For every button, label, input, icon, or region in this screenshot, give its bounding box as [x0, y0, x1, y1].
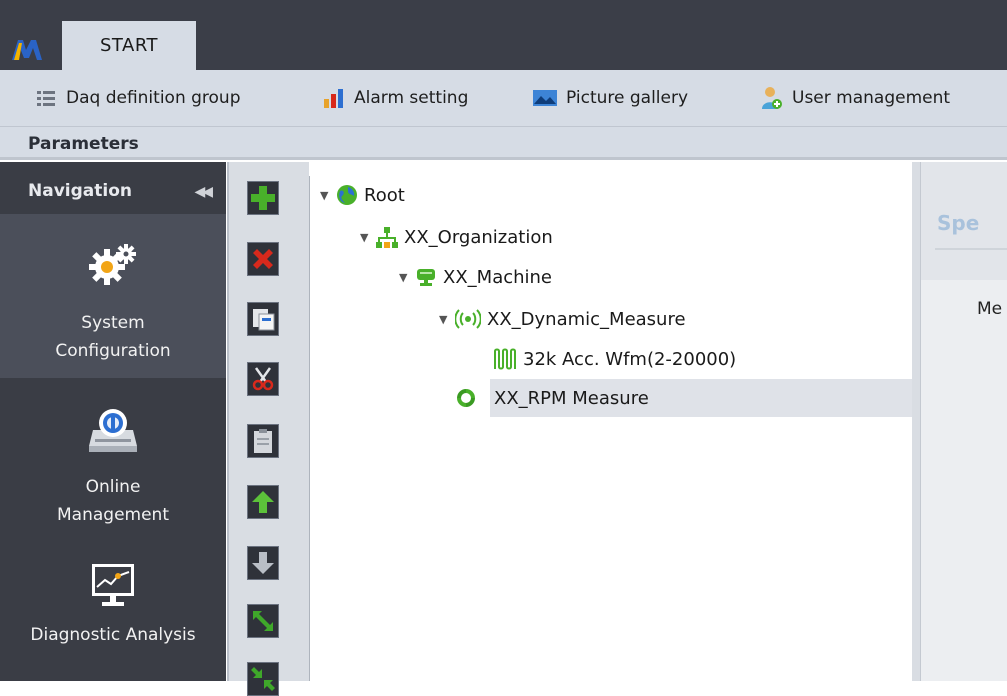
title-bar: START — [0, 0, 1007, 70]
tree-node-root[interactable]: ▼ Root — [320, 176, 405, 214]
gears-icon — [89, 244, 136, 285]
tree-node-label: XX_Organization — [404, 226, 553, 248]
tree-node-machine[interactable]: ▼ XX_Machine — [399, 258, 552, 296]
paste-node-button[interactable] — [247, 424, 279, 458]
expand-icon — [253, 611, 273, 631]
tree-node-label: XX_RPM Measure — [494, 387, 649, 409]
navigation-header: Navigation — [0, 162, 226, 214]
scissors-icon — [252, 367, 274, 391]
signal-icon — [455, 309, 481, 329]
machine-icon — [417, 269, 435, 286]
list-icon — [37, 91, 55, 106]
nav-item-label: Management — [57, 505, 169, 525]
properties-title: Spe — [937, 211, 980, 235]
ribbon-label: Alarm setting — [354, 88, 469, 108]
ribbon-label: Daq definition group — [66, 88, 241, 108]
divider — [935, 248, 1007, 250]
user-management-button[interactable]: User management — [760, 84, 950, 112]
plus-icon — [251, 186, 275, 210]
move-up-button[interactable] — [247, 485, 279, 519]
expand-caret-icon[interactable]: ▼ — [320, 189, 336, 202]
online-device-icon — [89, 409, 137, 452]
ribbon-label: User management — [792, 88, 951, 108]
app-logo-icon — [12, 40, 42, 60]
tree-node-waveform[interactable]: 32k Acc. Wfm(2-20000) — [493, 340, 736, 378]
nav-item-online-management[interactable]: Online Management — [0, 378, 226, 544]
nav-item-label: Online — [85, 477, 141, 497]
collapse-all-button[interactable] — [247, 662, 279, 696]
properties-panel: Spe Me — [920, 162, 1007, 681]
organization-icon — [376, 227, 398, 248]
tree-node-label: Root — [364, 184, 405, 206]
nav-item-system-configuration[interactable]: System Configuration — [0, 214, 226, 378]
expand-caret-icon[interactable]: ▼ — [439, 313, 455, 326]
splitter[interactable] — [912, 162, 920, 681]
tab-start[interactable]: START — [62, 21, 196, 70]
collapse-icon — [251, 667, 275, 691]
copy-node-button[interactable] — [247, 302, 279, 336]
waveform-icon — [494, 348, 516, 370]
nav-item-label: System — [81, 313, 145, 333]
clipboard-icon — [254, 429, 272, 453]
delete-icon — [253, 249, 273, 269]
cut-node-button[interactable] — [247, 362, 279, 396]
copy-icon — [253, 309, 275, 331]
tree-toolbar — [227, 162, 309, 696]
user-add-icon — [762, 87, 782, 109]
tree-node-label: XX_Dynamic_Measure — [487, 308, 686, 330]
picture-gallery-button[interactable]: Picture gallery — [532, 84, 688, 112]
monitor-chart-icon — [92, 564, 134, 606]
arrow-up-icon — [252, 491, 274, 513]
expand-caret-icon[interactable]: ▼ — [360, 231, 376, 244]
rpm-icon — [457, 389, 475, 407]
ribbon-label: Picture gallery — [566, 88, 689, 108]
tree-node-dynamic-measure[interactable]: ▼ XX_Dynamic_Measure — [439, 300, 686, 338]
move-down-button[interactable] — [247, 546, 279, 580]
delete-node-button[interactable] — [247, 242, 279, 276]
configuration-tree: ▼ Root ▼ XX_Organization ▼ XX_Machine ▼ … — [309, 176, 913, 681]
nav-item-label: Diagnostic Analysis — [30, 625, 196, 645]
navigation-title: Navigation — [28, 181, 132, 201]
parameters-section-label: Parameters — [0, 127, 1007, 160]
alarm-setting-button[interactable]: Alarm setting — [322, 84, 468, 112]
tree-node-rpm-measure[interactable] — [455, 379, 483, 417]
expand-all-button[interactable] — [247, 604, 279, 638]
tree-node-rpm-label-row[interactable]: XX_RPM Measure — [490, 379, 913, 417]
nav-item-label: Configuration — [55, 341, 171, 361]
properties-field-label: Me — [977, 299, 1003, 319]
picture-icon — [533, 90, 557, 106]
tree-node-label: XX_Machine — [443, 266, 553, 288]
bar-chart-icon — [324, 89, 343, 108]
ribbon-toolbar: Daq definition group Alarm setting Pictu… — [0, 70, 1007, 127]
properties-header: Spe — [921, 162, 1007, 280]
collapse-navigation-icon[interactable]: ◀◀ — [194, 184, 212, 200]
tree-node-label: 32k Acc. Wfm(2-20000) — [523, 348, 737, 370]
expand-caret-icon[interactable]: ▼ — [399, 271, 415, 284]
daq-definition-group-button[interactable]: Daq definition group — [36, 84, 241, 112]
add-node-button[interactable] — [247, 181, 279, 215]
tree-node-organization[interactable]: ▼ XX_Organization — [360, 218, 553, 256]
nav-item-diagnostic-analysis[interactable]: Diagnostic Analysis — [0, 544, 226, 681]
navigation-panel: Navigation ◀◀ System Configuration Onlin… — [0, 162, 226, 681]
globe-icon — [337, 185, 357, 205]
arrow-down-icon — [252, 552, 274, 574]
